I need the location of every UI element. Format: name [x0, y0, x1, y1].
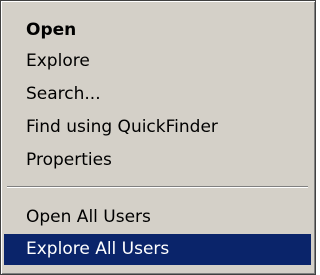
- menu-item-explore[interactable]: Explore: [4, 46, 311, 77]
- menu-item-properties[interactable]: Properties: [4, 145, 311, 176]
- menu-item-explore-all-users[interactable]: Explore All Users: [4, 234, 311, 265]
- menu-item-open[interactable]: Open: [4, 15, 311, 46]
- context-menu: Open Explore Search... Find using QuickF…: [0, 0, 316, 275]
- menu-item-find-quickfinder[interactable]: Find using QuickFinder: [4, 112, 311, 143]
- menu-item-search[interactable]: Search...: [4, 79, 311, 110]
- menu-separator: [7, 186, 308, 188]
- menu-item-open-all-users[interactable]: Open All Users: [4, 202, 311, 233]
